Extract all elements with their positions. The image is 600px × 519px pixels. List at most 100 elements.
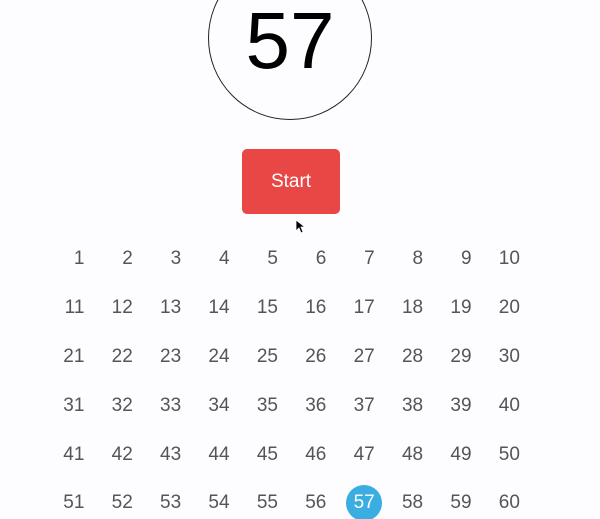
number-cell-label: 19 — [450, 297, 472, 319]
number-cell: 15 — [244, 284, 292, 333]
number-cell-label: 46 — [305, 443, 327, 465]
number-cell: 49 — [437, 430, 485, 479]
number-cell: 30 — [486, 333, 534, 382]
number-cell-label: 43 — [160, 443, 182, 465]
number-cell-label: 26 — [305, 345, 327, 367]
number-cell-label: 1 — [73, 248, 85, 270]
number-cell-label: 42 — [111, 443, 133, 465]
number-cell-label: 30 — [498, 345, 520, 367]
number-cell-label: 32 — [111, 394, 133, 416]
number-cell-label: 47 — [353, 443, 375, 465]
number-cell: 55 — [244, 479, 292, 519]
number-cell-label: 41 — [63, 443, 85, 465]
number-cell: 45 — [244, 430, 292, 479]
number-cell-label: 27 — [353, 345, 375, 367]
number-cell: 39 — [437, 381, 485, 430]
number-cell: 42 — [98, 430, 146, 479]
number-cell-label: 37 — [353, 394, 375, 416]
number-cell: 56 — [292, 479, 340, 519]
number-cell-label: 59 — [450, 492, 472, 514]
number-cell: 3 — [147, 235, 195, 284]
number-cell-label: 4 — [218, 248, 230, 270]
number-cell: 24 — [195, 333, 243, 382]
number-cell: 8 — [389, 235, 437, 284]
number-cell: 17 — [340, 284, 388, 333]
number-cell: 53 — [147, 479, 195, 519]
number-cell: 19 — [437, 284, 485, 333]
number-cell-label: 23 — [160, 345, 182, 367]
number-cell: 1 — [50, 235, 98, 284]
number-cell-label: 54 — [208, 492, 230, 514]
number-cell-label: 3 — [170, 248, 182, 270]
number-cell-label: 49 — [450, 443, 472, 465]
number-cell: 14 — [195, 284, 243, 333]
number-cell: 41 — [50, 430, 98, 479]
number-cell: 35 — [244, 381, 292, 430]
number-cell: 51 — [50, 479, 98, 519]
number-cell-label: 39 — [450, 394, 472, 416]
number-cell: 13 — [147, 284, 195, 333]
number-cell-label: 58 — [401, 492, 424, 514]
number-cell-label: 45 — [256, 443, 278, 465]
number-cell: 52 — [98, 479, 146, 519]
number-cell-label: 36 — [305, 394, 327, 416]
number-cell: 54 — [195, 479, 243, 519]
number-cell-label: 16 — [305, 297, 327, 319]
number-cell-label: 12 — [111, 297, 133, 319]
number-cell-label: 11 — [64, 297, 85, 319]
number-cell-label: 60 — [498, 492, 520, 514]
number-cell: 43 — [147, 430, 195, 479]
number-cell-label: 28 — [401, 345, 424, 367]
number-cell-label: 56 — [305, 492, 327, 514]
number-cell-label: 38 — [401, 394, 424, 416]
number-cell: 21 — [50, 333, 98, 382]
number-board: 1 2 3 4 5 6 7 8 9 10 11 12 13 14 15 16 17 18 19 20 21 22 23 24 2… — [50, 235, 534, 519]
number-cell: 38 — [389, 381, 437, 430]
number-cell-label: 44 — [208, 443, 230, 465]
number-cell: 36 — [292, 381, 340, 430]
number-cell-label: 34 — [208, 394, 230, 416]
number-cell-label: 9 — [460, 248, 472, 270]
bingo-stage: 57 Start 1 2 3 4 5 6 7 8 9 10 11 12 13 14 15 16 17 18 19 20… — [0, 0, 600, 519]
number-cell-label: 10 — [498, 248, 520, 270]
number-cell-label: 7 — [364, 248, 375, 270]
number-cell: 37 — [340, 381, 388, 430]
number-cell-label: 55 — [256, 492, 278, 514]
number-cell: 48 — [389, 430, 437, 479]
number-cell-label: 33 — [160, 394, 182, 416]
number-cell: 20 — [486, 284, 534, 333]
number-cell: 9 — [437, 235, 485, 284]
number-cell-label: 25 — [256, 345, 278, 367]
number-cell: 59 — [437, 479, 485, 519]
number-cell-label: 21 — [63, 345, 85, 367]
number-cell: 34 — [195, 381, 243, 430]
number-cell-label: 53 — [160, 492, 182, 514]
number-cell-label: 52 — [111, 492, 133, 514]
number-cell: 33 — [147, 381, 195, 430]
number-cell: 31 — [50, 381, 98, 430]
number-cell-label: 17 — [353, 297, 375, 319]
number-cell: 16 — [292, 284, 340, 333]
number-cell: 22 — [98, 333, 146, 382]
number-cell-label: 50 — [498, 443, 520, 465]
number-cell-label: 48 — [401, 443, 424, 465]
number-cell-label: 29 — [450, 345, 472, 367]
number-cell: 58 — [389, 479, 437, 519]
number-cell-label: 35 — [256, 394, 278, 416]
number-cell-label: 57 — [353, 492, 375, 514]
number-cell: 10 — [486, 235, 534, 284]
number-cell: 29 — [437, 333, 485, 382]
number-cell: 50 — [486, 430, 534, 479]
number-cell: 5 — [244, 235, 292, 284]
number-cell-label: 8 — [412, 248, 424, 270]
start-button[interactable]: Start — [242, 149, 340, 214]
number-cell-label: 5 — [267, 248, 278, 270]
number-cell-selected: 57 — [340, 479, 388, 519]
number-cell: 27 — [340, 333, 388, 382]
number-cell: 44 — [195, 430, 243, 479]
number-cell: 6 — [292, 235, 340, 284]
number-cell: 32 — [98, 381, 146, 430]
number-cell-label: 2 — [122, 248, 133, 270]
number-cell-label: 13 — [160, 297, 182, 319]
number-cell-label: 18 — [401, 297, 424, 319]
